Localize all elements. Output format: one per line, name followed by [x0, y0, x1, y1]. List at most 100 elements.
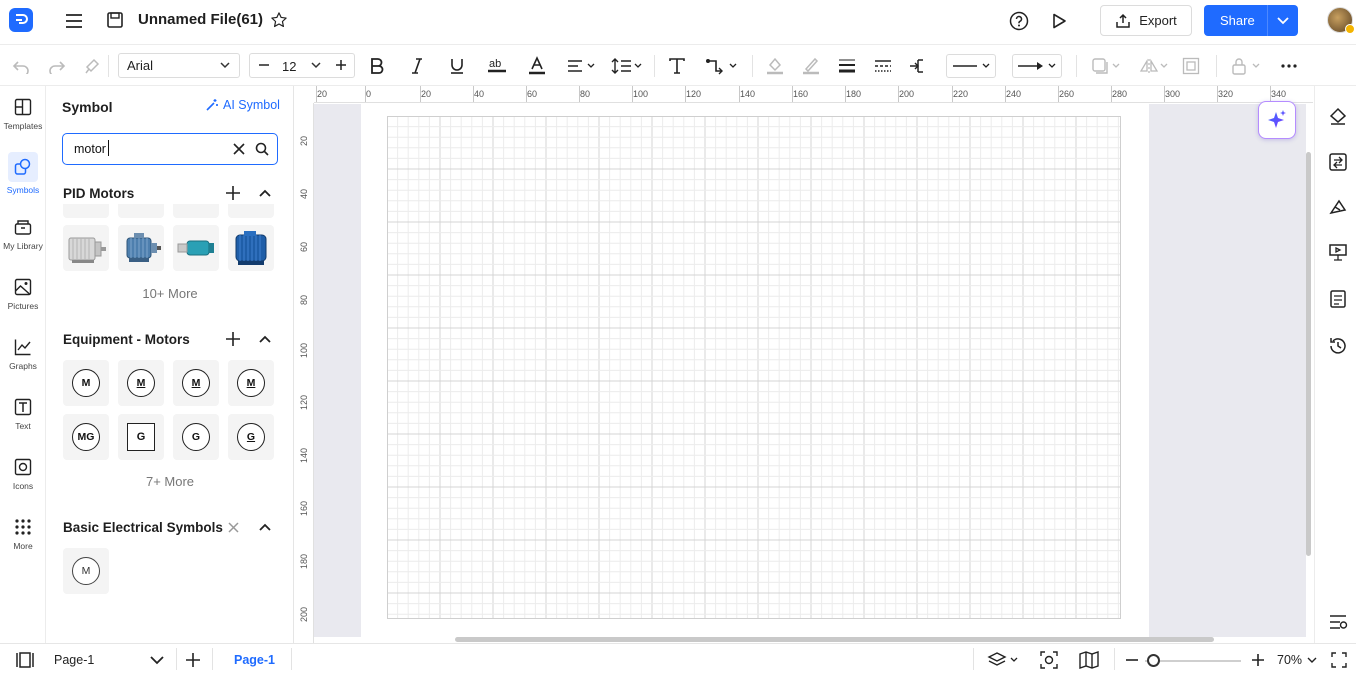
fill-style-icon[interactable]: [1327, 105, 1349, 127]
pid-motor-symbol[interactable]: [228, 225, 274, 271]
pages-panel-icon[interactable]: [15, 650, 35, 670]
motor-symbol[interactable]: M: [63, 360, 109, 406]
chevron-down-icon[interactable]: [1274, 12, 1292, 30]
pid-motor-symbol[interactable]: [173, 225, 219, 271]
panel-settings-icon[interactable]: [1327, 611, 1349, 633]
fill-color-icon[interactable]: [764, 55, 786, 77]
group-icon[interactable]: [1180, 55, 1202, 77]
motor-generator-symbol[interactable]: MG: [63, 414, 109, 460]
shadow-icon[interactable]: [1090, 55, 1122, 77]
canvas-area[interactable]: 20 0 20 40 60 80 100 120 140 160 180 200 220 240 260 28…: [295, 86, 1313, 643]
page-select[interactable]: Page-1: [54, 650, 94, 670]
chevron-up-icon[interactable]: [257, 331, 273, 347]
file-title[interactable]: Unnamed File(61): [138, 11, 263, 28]
fullscreen-icon[interactable]: [1331, 650, 1347, 670]
symbol-search-box[interactable]: motor: [62, 133, 278, 165]
font-color-icon[interactable]: [526, 55, 548, 77]
plus-icon[interactable]: [332, 56, 350, 74]
layers-icon[interactable]: [987, 650, 1019, 670]
font-size-value[interactable]: 12: [282, 59, 296, 74]
text-tool-icon[interactable]: [666, 55, 688, 77]
more-symbols-link[interactable]: 10+ More: [47, 286, 293, 301]
underline-icon[interactable]: [446, 55, 468, 77]
chevron-down-icon[interactable]: [150, 650, 164, 670]
electrical-motor-symbol[interactable]: M: [63, 548, 109, 594]
arrow-end-select[interactable]: [1012, 54, 1062, 78]
theme-icon[interactable]: [1327, 196, 1349, 218]
line-style-select[interactable]: [946, 54, 996, 78]
app-logo-icon[interactable]: [9, 8, 33, 32]
rail-item-icons[interactable]: Icons: [0, 446, 46, 500]
pid-motor-symbol[interactable]: [63, 225, 109, 271]
undo-icon[interactable]: [10, 55, 32, 77]
add-library-plus-icon[interactable]: [225, 185, 241, 201]
rail-item-my-library[interactable]: My Library: [0, 206, 46, 260]
share-button[interactable]: Share: [1204, 5, 1298, 36]
add-library-plus-icon[interactable]: [225, 331, 241, 347]
line-color-icon[interactable]: [800, 55, 822, 77]
star-icon[interactable]: [268, 9, 290, 31]
minus-icon[interactable]: [255, 56, 273, 74]
rail-item-graphs[interactable]: Graphs: [0, 326, 46, 380]
motor-symbol[interactable]: M: [118, 360, 164, 406]
more-symbols-link[interactable]: 7+ More: [47, 474, 293, 489]
drawing-page[interactable]: [361, 104, 1149, 637]
help-icon[interactable]: [1007, 9, 1031, 33]
generator-symbol[interactable]: G: [118, 414, 164, 460]
add-page-plus-icon[interactable]: [186, 650, 200, 670]
pid-motor-symbol[interactable]: [118, 225, 164, 271]
ai-assistant-button[interactable]: [1258, 101, 1296, 139]
search-icon[interactable]: [254, 141, 270, 157]
horizontal-scrollbar[interactable]: [455, 637, 1214, 642]
presentation-icon[interactable]: [1327, 241, 1349, 263]
flip-icon[interactable]: [1138, 55, 1170, 77]
generator-symbol[interactable]: G: [228, 414, 274, 460]
zoom-in-plus-icon[interactable]: [1252, 650, 1264, 670]
dash-style-icon[interactable]: [872, 55, 894, 77]
chevron-down-icon[interactable]: [310, 58, 322, 72]
chevron-up-icon[interactable]: [257, 519, 273, 535]
rail-item-symbols[interactable]: Symbols: [0, 146, 46, 200]
chevron-up-icon[interactable]: [257, 185, 273, 201]
bold-icon[interactable]: [366, 55, 388, 77]
rail-item-more[interactable]: More: [0, 506, 46, 560]
close-icon[interactable]: [225, 519, 241, 535]
italic-icon[interactable]: [406, 55, 428, 77]
menu-icon[interactable]: [62, 9, 86, 33]
redo-icon[interactable]: [46, 55, 68, 77]
notes-icon[interactable]: [1327, 288, 1349, 310]
rail-item-templates[interactable]: Templates: [0, 86, 46, 140]
format-painter-icon[interactable]: [82, 55, 104, 77]
export-button[interactable]: Export: [1100, 5, 1192, 36]
ai-symbol-button[interactable]: AI Symbol: [205, 98, 280, 112]
zoom-slider-handle[interactable]: [1147, 654, 1160, 667]
vertical-scrollbar[interactable]: [1306, 152, 1311, 556]
close-icon[interactable]: [231, 141, 247, 157]
generator-symbol[interactable]: G: [173, 414, 219, 460]
connector-icon[interactable]: [704, 55, 740, 77]
arrow-style-icon[interactable]: [908, 55, 930, 77]
zoom-out-minus-icon[interactable]: [1126, 650, 1138, 670]
rail-item-pictures[interactable]: Pictures: [0, 266, 46, 320]
line-weight-icon[interactable]: [836, 55, 858, 77]
page-tab[interactable]: Page-1: [234, 650, 275, 670]
history-icon[interactable]: [1327, 335, 1349, 357]
save-icon[interactable]: [103, 8, 127, 32]
line-spacing-icon[interactable]: [610, 55, 644, 77]
rail-item-text[interactable]: Text: [0, 386, 46, 440]
lock-icon[interactable]: [1230, 55, 1262, 77]
map-view-icon[interactable]: [1079, 650, 1099, 670]
ruler-tick-label: 160: [299, 500, 309, 516]
fit-selection-icon[interactable]: [1040, 650, 1058, 670]
symbol-search-input[interactable]: motor: [74, 142, 106, 156]
strikethrough-icon[interactable]: ab: [486, 55, 508, 77]
font-family-select[interactable]: Arial: [118, 53, 240, 78]
page-setup-icon[interactable]: [1327, 151, 1349, 173]
workspace[interactable]: [314, 104, 1306, 637]
more-options-icon[interactable]: [1278, 55, 1300, 77]
align-icon[interactable]: [566, 55, 598, 77]
motor-symbol[interactable]: M: [228, 360, 274, 406]
present-play-icon[interactable]: [1047, 9, 1071, 33]
zoom-level[interactable]: 70%: [1277, 650, 1318, 670]
motor-symbol[interactable]: M: [173, 360, 219, 406]
